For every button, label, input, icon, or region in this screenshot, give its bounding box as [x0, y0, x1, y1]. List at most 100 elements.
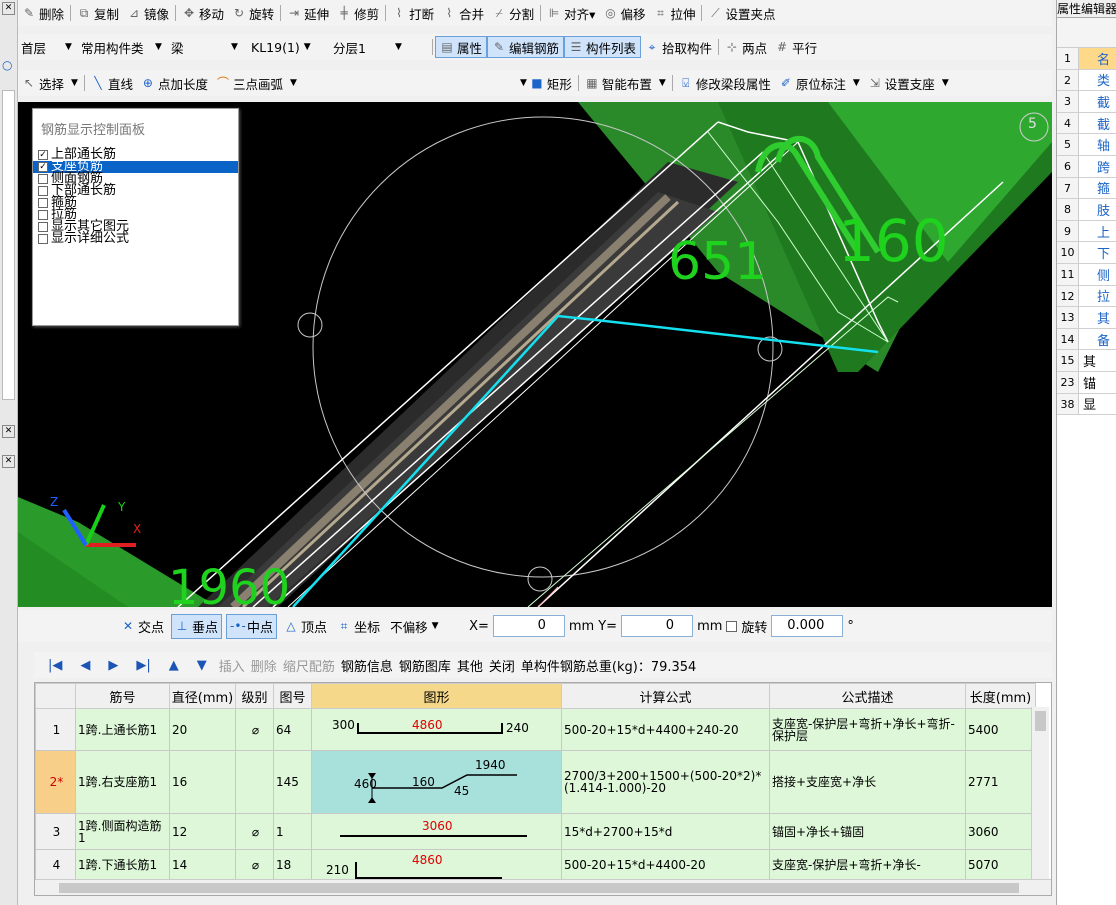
- length-cell[interactable]: 5400: [965, 708, 1036, 751]
- property-row[interactable]: 23 锚: [1057, 371, 1116, 394]
- table-row[interactable]: 4 1跨.下通长筋1 14 ⌀ 18 210 4860 500-20+15*d+…: [35, 849, 1036, 880]
- formula-cell[interactable]: 2700/3+200+1500+(500-20*2)*(1.414-1.000)…: [561, 750, 770, 814]
- delete-button[interactable]: ✎ 删除: [18, 2, 68, 24]
- merge-button[interactable]: ⌇ 合并: [438, 2, 488, 24]
- diameter-cell[interactable]: 12: [169, 813, 236, 850]
- move-button[interactable]: ✥ 移动: [178, 2, 228, 24]
- scrollbar[interactable]: [2, 90, 15, 400]
- ruler-rebar-button[interactable]: 缩尺配筋: [283, 656, 335, 675]
- delete-row-button[interactable]: 删除: [251, 656, 277, 675]
- first-record-icon[interactable]: |◀: [48, 658, 62, 673]
- col-header[interactable]: 直径(mm): [169, 683, 236, 709]
- modify-beam-button[interactable]: ⍌ 修改梁段属性: [675, 72, 775, 94]
- arc-button[interactable]: ⌒ 三点画弧 ▼: [212, 72, 512, 94]
- property-row[interactable]: 11 侧: [1057, 263, 1116, 286]
- set-grip-button[interactable]: ⟋ 设置夹点: [704, 2, 779, 24]
- col-header[interactable]: 筋号: [75, 683, 170, 709]
- property-row[interactable]: 8肢: [1057, 199, 1116, 221]
- col-header[interactable]: 级别: [235, 683, 274, 709]
- move-down-icon[interactable]: ▼: [197, 658, 207, 673]
- property-row[interactable]: 6跨: [1057, 155, 1116, 178]
- checkbox[interactable]: [38, 186, 48, 196]
- point-length-button[interactable]: ⊕ 点加长度: [137, 72, 212, 94]
- perpendicular-snap-button[interactable]: ⊥ 垂点: [171, 613, 223, 639]
- coord-snap-button[interactable]: ⌗ 坐标: [334, 615, 383, 638]
- description-cell[interactable]: 支座宽-保护层+弯折+净长-: [769, 849, 966, 880]
- property-row[interactable]: 38 显: [1057, 393, 1116, 416]
- move-up-icon[interactable]: ▲: [169, 658, 179, 673]
- figure-cell[interactable]: 64: [273, 708, 312, 751]
- col-header[interactable]: 计算公式: [561, 683, 770, 709]
- stretch-button[interactable]: ⌗ 拉伸: [649, 2, 699, 24]
- length-cell[interactable]: 5070: [965, 849, 1036, 880]
- component-list-button[interactable]: ☰ 构件列表: [564, 36, 642, 58]
- smart-layout-button[interactable]: ▦ 智能布置 ▼: [581, 72, 670, 94]
- property-row[interactable]: 2类: [1057, 69, 1116, 92]
- two-points-button[interactable]: ⊹ 两点: [721, 36, 771, 58]
- vertical-scrollbar[interactable]: [1031, 707, 1049, 879]
- rebar-name-cell[interactable]: 1跨.侧面构造筋1: [75, 813, 170, 850]
- next-record-icon[interactable]: ▶: [108, 658, 118, 673]
- trim-button[interactable]: ╪ 修剪: [333, 2, 383, 24]
- offset-select[interactable]: 不偏移 ▼: [387, 616, 465, 636]
- property-row[interactable]: 3截: [1057, 91, 1116, 113]
- edit-rebar-button[interactable]: ✎ 编辑钢筋: [487, 36, 565, 58]
- x-input[interactable]: 0: [492, 615, 565, 637]
- rebar-info-button[interactable]: 钢筋信息: [341, 656, 393, 675]
- checkbox[interactable]: ✓: [38, 150, 48, 160]
- diameter-cell[interactable]: 16: [169, 750, 236, 814]
- intersect-snap-button[interactable]: ✕ 交点: [118, 615, 167, 638]
- rotate-input[interactable]: 0.000: [771, 615, 844, 637]
- last-record-icon[interactable]: ▶|: [136, 658, 150, 673]
- break-button[interactable]: ⌇ 打断: [388, 2, 438, 24]
- rotate-checkbox[interactable]: [726, 620, 738, 632]
- pick-component-button[interactable]: ⌖ 拾取构件: [641, 36, 716, 58]
- property-row[interactable]: 12 拉: [1057, 285, 1116, 308]
- length-cell[interactable]: 3060: [965, 813, 1036, 850]
- component-select[interactable]: KL19(1) ▼: [248, 37, 330, 57]
- close-icon[interactable]: ✕: [2, 2, 15, 15]
- formula-cell[interactable]: 500-20+15*d+4400+240-20: [561, 708, 770, 751]
- property-row[interactable]: 14 备: [1057, 328, 1116, 351]
- extend-button[interactable]: ⇥ 延伸: [283, 2, 333, 24]
- 3d-viewport[interactable]: 651 160 1960 5 Z Y X 钢筋显示控制面板 ✓ 上部通长筋 ✓ 支座负…: [18, 102, 1052, 607]
- offset-button[interactable]: ◎ 偏移: [599, 2, 649, 24]
- align-button[interactable]: ⊫ 对齐▾: [543, 2, 599, 24]
- col-header[interactable]: 公式描述: [769, 683, 966, 709]
- description-cell[interactable]: 搭接+支座宽+净长: [769, 750, 966, 814]
- col-header[interactable]: 图形: [311, 683, 562, 709]
- checkbox[interactable]: ✓: [38, 162, 48, 172]
- pin-icon[interactable]: ○: [2, 58, 12, 72]
- diameter-cell[interactable]: 14: [169, 849, 236, 880]
- category-select[interactable]: 常用构件类 ▼: [78, 37, 168, 57]
- table-row[interactable]: 2* 1跨.右支座筋1 16 145 1940 460 160 45 2700/…: [35, 750, 1036, 814]
- properties-button[interactable]: ▤ 属性: [435, 36, 488, 58]
- table-row[interactable]: 1 1跨.上通长筋1 20 ⌀ 64 300 4860 240 500-20+1…: [35, 708, 1036, 751]
- table-row[interactable]: 3 1跨.侧面构造筋1 12 ⌀ 1 3060 15*d+2700+15*d 锚…: [35, 813, 1036, 850]
- floor-select[interactable]: 首层 ▼: [18, 37, 78, 57]
- property-row[interactable]: 15 其: [1057, 350, 1116, 372]
- grade-cell[interactable]: ⌀: [235, 708, 274, 751]
- prev-record-icon[interactable]: ◀: [80, 658, 90, 673]
- mirror-button[interactable]: ⊿ 镜像: [123, 2, 173, 24]
- shape-cell[interactable]: 3060: [311, 813, 562, 850]
- property-row[interactable]: 4截: [1057, 112, 1116, 135]
- grade-cell[interactable]: ⌀: [235, 813, 274, 850]
- insert-button[interactable]: 插入: [219, 656, 245, 675]
- property-row[interactable]: 9上: [1057, 220, 1116, 243]
- horizontal-scrollbar[interactable]: [35, 879, 1051, 895]
- other-button[interactable]: 其他: [457, 656, 483, 675]
- property-row[interactable]: 13 其: [1057, 307, 1116, 329]
- figure-cell[interactable]: 18: [273, 849, 312, 880]
- close-icon[interactable]: ✕: [2, 455, 15, 468]
- parallel-button[interactable]: # 平行: [771, 36, 821, 58]
- rebar-library-button[interactable]: 钢筋图库: [399, 656, 451, 675]
- select-button[interactable]: ↖ 选择 ▼: [18, 72, 82, 94]
- rect-button[interactable]: ▼ ■ 矩形: [512, 72, 576, 94]
- rotate-button[interactable]: ↻ 旋转: [228, 2, 278, 24]
- set-support-button[interactable]: ⇲ 设置支座 ▼: [864, 72, 953, 94]
- description-cell[interactable]: 锚固+净长+锚固: [769, 813, 966, 850]
- figure-cell[interactable]: 1: [273, 813, 312, 850]
- formula-cell[interactable]: 15*d+2700+15*d: [561, 813, 770, 850]
- description-cell[interactable]: 支座宽-保护层+弯折+净长+弯折-保护层: [769, 708, 966, 751]
